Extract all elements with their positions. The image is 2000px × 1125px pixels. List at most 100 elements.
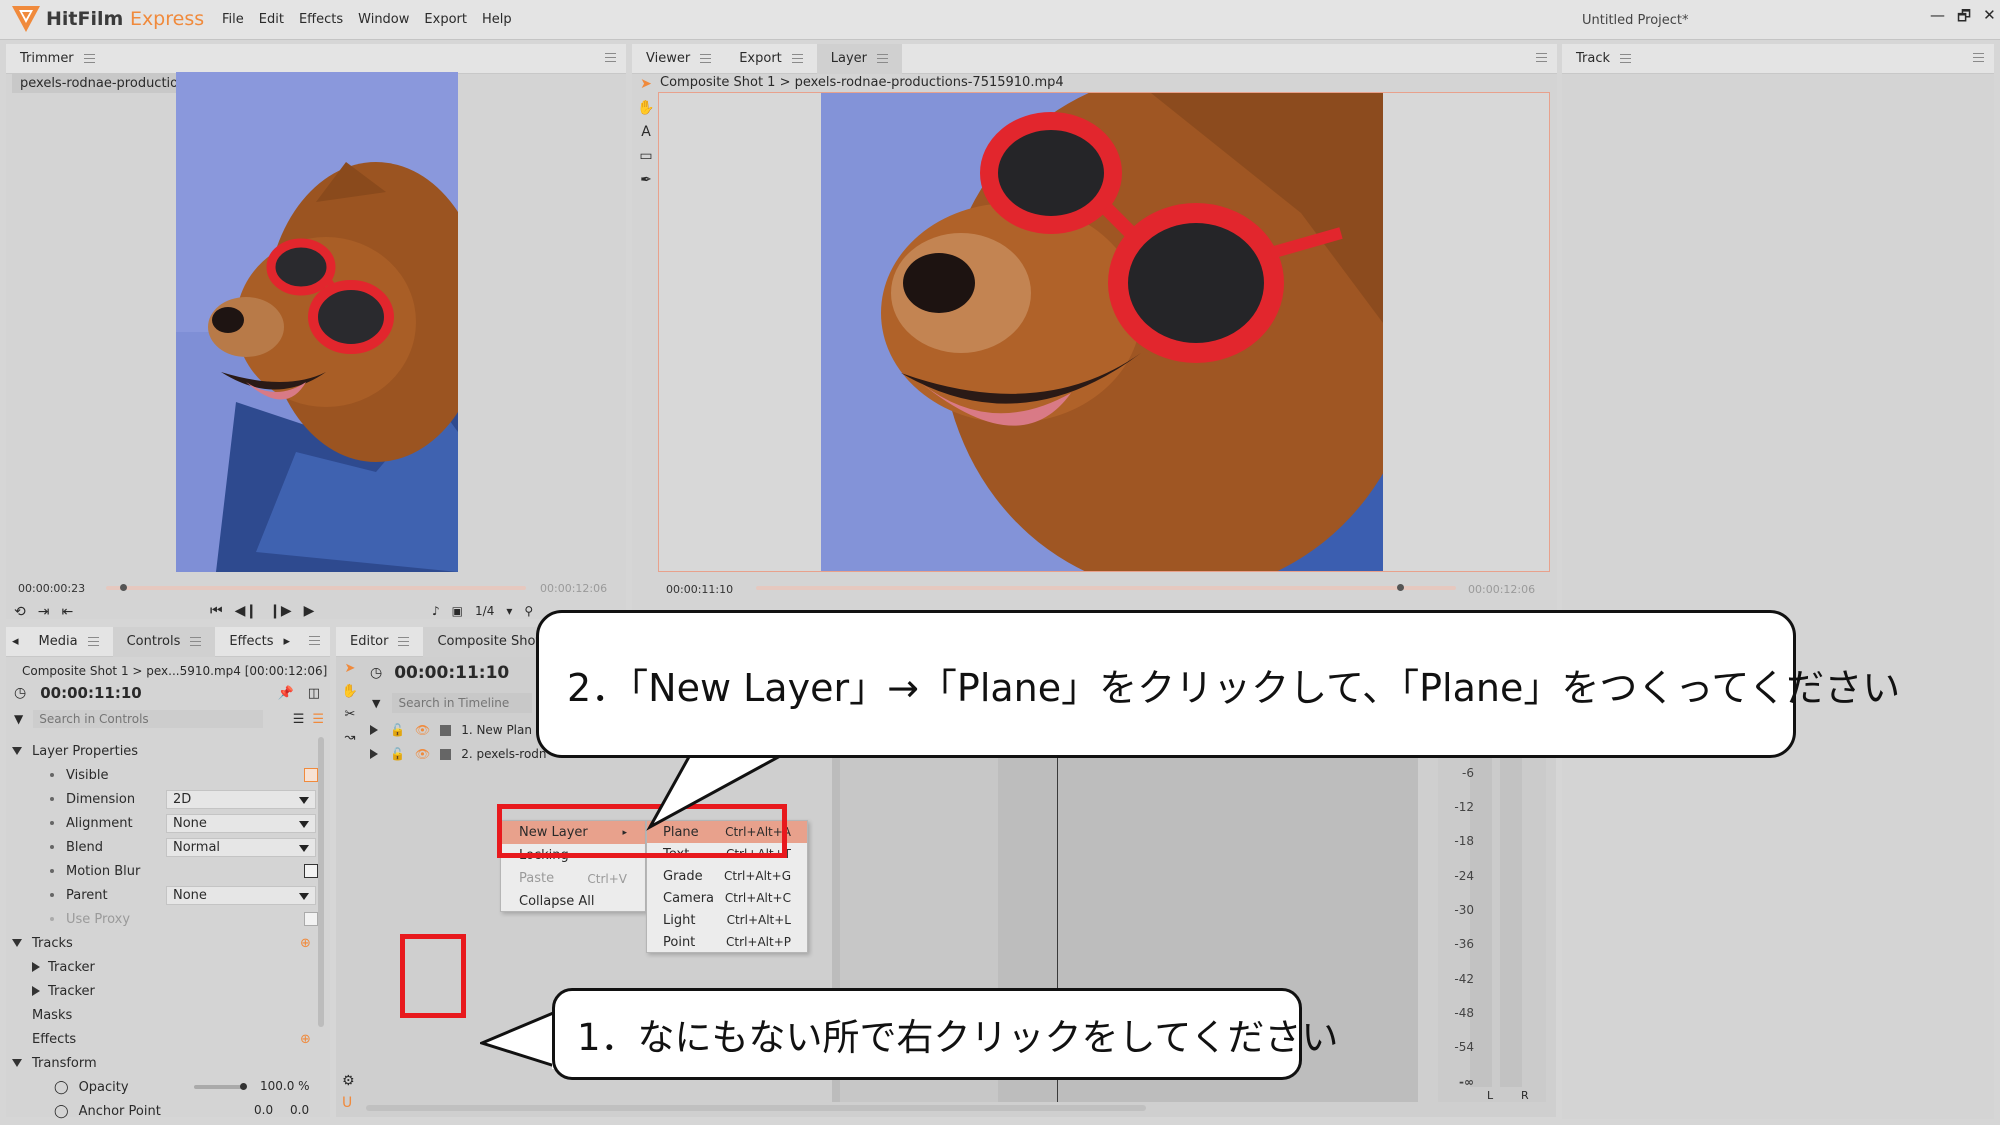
timeline-hscroll[interactable] bbox=[366, 1105, 1146, 1111]
insert-icon[interactable]: ⇥ bbox=[38, 604, 50, 620]
opacity-value[interactable]: 100.0 % bbox=[260, 1079, 310, 1093]
parent-dropdown[interactable]: None bbox=[166, 885, 316, 905]
panel-menu-icon[interactable] bbox=[309, 636, 320, 645]
use-proxy-checkbox[interactable] bbox=[304, 912, 318, 926]
controls-scrollbar[interactable] bbox=[318, 737, 324, 1027]
alignment-dropdown[interactable]: None bbox=[166, 813, 316, 833]
tracker-item-1[interactable]: Tracker bbox=[32, 955, 332, 979]
expand-icon[interactable] bbox=[370, 725, 378, 735]
tab-menu-icon[interactable] bbox=[700, 54, 712, 63]
menu-item-paste[interactable]: Paste Ctrl+V bbox=[501, 867, 645, 890]
tab-effects[interactable]: Effects ▸ bbox=[215, 627, 304, 657]
panel-menu-icon[interactable] bbox=[605, 53, 616, 62]
eye-icon[interactable]: 👁 bbox=[415, 747, 430, 761]
tab-scroll-left-icon[interactable]: ◂ bbox=[6, 634, 25, 649]
filter-icon[interactable]: ▼ bbox=[372, 697, 380, 710]
keyframe-icon[interactable]: ◯ bbox=[54, 1080, 69, 1095]
layer-row-1[interactable]: 🔓 👁 1. New Plan bbox=[370, 723, 532, 737]
transform-header[interactable]: Transform bbox=[12, 1051, 312, 1075]
select-tool-icon[interactable]: ➤ bbox=[640, 76, 652, 92]
viewer-playhead[interactable] bbox=[1397, 584, 1404, 591]
viewer-scrub-bar[interactable] bbox=[756, 586, 1456, 590]
viewer-canvas[interactable] bbox=[658, 92, 1550, 572]
lock-icon[interactable]: 🔓 bbox=[390, 747, 405, 761]
visible-checkbox[interactable] bbox=[304, 768, 318, 782]
play-icon[interactable]: ▶ bbox=[304, 603, 315, 619]
submenu-item-camera[interactable]: Camera Ctrl+Alt+C bbox=[647, 887, 807, 909]
add-effect-icon[interactable]: ⊕ bbox=[300, 1032, 311, 1047]
rectangle-mask-icon[interactable]: ▭ bbox=[639, 148, 652, 164]
tab-viewer[interactable]: Viewer bbox=[632, 44, 725, 74]
tab-media[interactable]: Media bbox=[25, 627, 113, 657]
tab-menu-icon[interactable] bbox=[877, 54, 889, 63]
tab-editor[interactable]: Editor bbox=[336, 627, 423, 657]
tab-menu-icon[interactable] bbox=[87, 637, 99, 646]
tab-export[interactable]: Export bbox=[725, 44, 817, 74]
expand-icon[interactable] bbox=[12, 1059, 22, 1067]
skip-start-icon[interactable]: ⏮ bbox=[210, 603, 223, 619]
minimize-button[interactable]: — bbox=[1930, 6, 1945, 31]
menu-effects[interactable]: Effects bbox=[299, 12, 343, 27]
restore-button[interactable]: 🗗 bbox=[1957, 6, 1971, 31]
hand-tool-icon[interactable]: ✋ bbox=[342, 684, 358, 699]
add-track-icon[interactable]: ⊕ bbox=[300, 936, 311, 951]
pin-icon[interactable]: 📌 bbox=[278, 686, 294, 701]
effects-header[interactable]: Effects ⊕ bbox=[32, 1027, 332, 1051]
menu-file[interactable]: File bbox=[222, 12, 244, 27]
anchor-x-value[interactable]: 0.0 bbox=[254, 1103, 273, 1117]
tracks-header[interactable]: Tracks ⊕ bbox=[12, 931, 312, 955]
submenu-item-light[interactable]: Light Ctrl+Alt+L bbox=[647, 909, 807, 931]
tab-scroll-right-icon[interactable]: ▸ bbox=[284, 634, 291, 649]
text-tool-icon[interactable]: A bbox=[641, 124, 651, 140]
photo-icon[interactable]: ▣ bbox=[452, 604, 463, 618]
filter-icon[interactable]: ▼ bbox=[14, 712, 23, 726]
timeline-search-input[interactable] bbox=[392, 693, 533, 713]
chevron-down-icon[interactable]: ▾ bbox=[506, 604, 512, 618]
list-view-icon[interactable]: ☰ bbox=[293, 712, 305, 727]
step-forward-icon[interactable]: ❙▶ bbox=[269, 603, 292, 619]
tab-controls[interactable]: Controls bbox=[112, 626, 216, 657]
opacity-slider-handle[interactable] bbox=[240, 1083, 247, 1090]
submenu-item-point[interactable]: Point Ctrl+Alt+P bbox=[647, 931, 807, 953]
audio-icon[interactable]: ♪ bbox=[432, 604, 440, 618]
tab-menu-icon[interactable] bbox=[398, 637, 410, 646]
expand-icon[interactable] bbox=[32, 986, 40, 996]
hand-tool-icon[interactable]: ✋ bbox=[637, 100, 654, 116]
split-view-icon[interactable]: ◫ bbox=[308, 686, 320, 701]
dimension-dropdown[interactable]: 2D bbox=[166, 789, 316, 809]
blend-dropdown[interactable]: Normal bbox=[166, 837, 316, 857]
opacity-slider[interactable] bbox=[194, 1085, 244, 1089]
trimmer-scrub-bar[interactable] bbox=[106, 586, 526, 590]
tab-menu-icon[interactable] bbox=[1620, 54, 1632, 63]
panel-menu-icon[interactable] bbox=[1973, 53, 1984, 62]
anchor-y-value[interactable]: 0.0 bbox=[290, 1103, 309, 1117]
pen-tool-icon[interactable]: ✒ bbox=[640, 172, 652, 188]
submenu-item-grade[interactable]: Grade Ctrl+Alt+G bbox=[647, 865, 807, 887]
masks-header[interactable]: Masks bbox=[32, 1003, 332, 1027]
trimmer-playhead[interactable] bbox=[119, 584, 127, 591]
close-button[interactable]: ✕ bbox=[1983, 6, 1996, 31]
tab-menu-icon[interactable] bbox=[83, 54, 95, 63]
tracker-item-2[interactable]: Tracker bbox=[32, 979, 332, 1003]
slip-tool-icon[interactable]: ↝ bbox=[345, 730, 356, 745]
zoom-select[interactable]: 1/4 bbox=[475, 604, 494, 618]
expand-icon[interactable] bbox=[370, 749, 378, 759]
expand-icon[interactable] bbox=[32, 962, 40, 972]
panel-menu-icon[interactable] bbox=[1536, 53, 1547, 62]
loop-icon[interactable]: ⟲ bbox=[14, 604, 26, 620]
select-tool-icon[interactable]: ➤ bbox=[345, 661, 356, 676]
expand-icon[interactable] bbox=[12, 939, 22, 947]
menu-export[interactable]: Export bbox=[424, 12, 467, 27]
lock-icon[interactable]: 🔓 bbox=[390, 723, 405, 737]
menu-edit[interactable]: Edit bbox=[259, 12, 284, 27]
settings-gear-icon[interactable]: ⚙ bbox=[342, 1073, 355, 1089]
keyframe-icon[interactable]: ◯ bbox=[54, 1104, 69, 1119]
tab-layer[interactable]: Layer bbox=[816, 43, 903, 74]
menu-help[interactable]: Help bbox=[482, 12, 512, 27]
tab-trimmer[interactable]: Trimmer bbox=[6, 44, 109, 74]
razor-tool-icon[interactable]: ✂ bbox=[345, 707, 356, 722]
expand-icon[interactable] bbox=[12, 747, 22, 755]
tab-menu-icon[interactable] bbox=[791, 54, 803, 63]
layer-row-2[interactable]: 🔓 👁 2. pexels-rodn bbox=[370, 747, 547, 761]
menu-window[interactable]: Window bbox=[358, 12, 409, 27]
